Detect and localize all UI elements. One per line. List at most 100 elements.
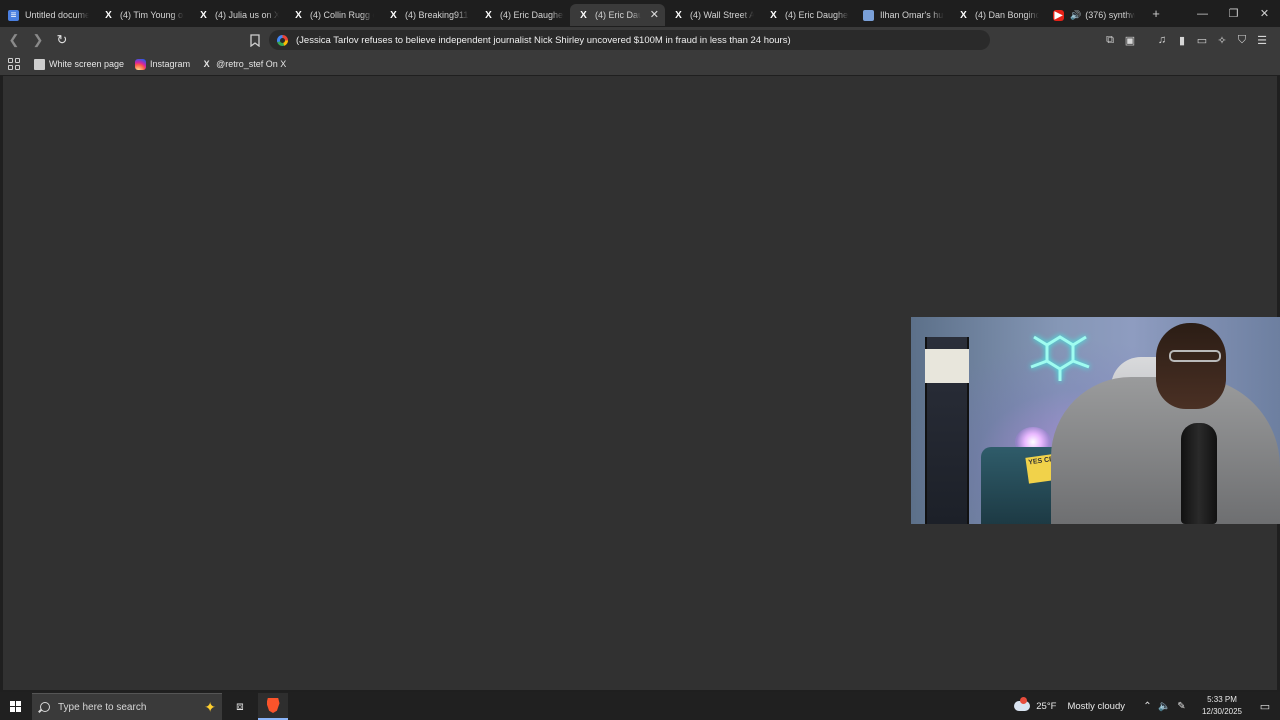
taskbar: Type here to search ✦ ⧈ 25°F Mostly clou… <box>0 692 1280 720</box>
clock-time: 5:33 PM <box>1207 695 1237 704</box>
tab-5[interactable]: X (4) Eric Daugherty <box>475 4 570 26</box>
brave-browser-taskbar-button[interactable] <box>258 693 288 720</box>
tab-8[interactable]: X (4) Eric Daugherty <box>760 4 855 26</box>
bookmark-white-screen[interactable]: White screen page <box>34 58 125 70</box>
tab-2[interactable]: X (4) Julia us on X <box>190 4 285 26</box>
tab-6-active[interactable]: X (4) Eric Daugherty ✕ <box>570 4 665 26</box>
brave-icon <box>266 698 280 713</box>
tab-title: (4) Julia us on X <box>215 10 279 20</box>
glasses <box>1169 350 1221 362</box>
docs-icon: ≡ <box>8 9 19 21</box>
windows-icon <box>9 700 21 712</box>
minimize-icon[interactable]: — <box>1187 0 1218 27</box>
volume-icon[interactable]: 🔈 <box>1156 701 1173 712</box>
tab-title: (4) Eric Daugherty <box>785 10 849 20</box>
bookmark-label: @retro_stef On X <box>216 59 287 69</box>
bookmark-retro-stef[interactable]: X @retro_stef On X <box>201 59 287 70</box>
search-icon <box>40 702 50 712</box>
menu-icon[interactable]: ☰ <box>1252 31 1272 49</box>
instagram-icon <box>135 58 147 70</box>
address-text: (Jessica Tarlov refuses to believe indep… <box>296 34 791 46</box>
bookmarks-bar: White screen page Instagram X @retro_stef… <box>0 53 1280 75</box>
start-button[interactable] <box>0 692 30 720</box>
tab-title: Ilhan Omar's husband <box>880 10 944 20</box>
bookmark-label: White screen page <box>49 59 125 69</box>
taskbar-search[interactable]: Type here to search ✦ <box>32 693 222 720</box>
extensions-icon[interactable]: ⧉ <box>1100 31 1120 49</box>
x-icon: X <box>675 9 682 21</box>
microphone <box>1181 423 1217 524</box>
back-icon[interactable]: ❮ <box>4 30 24 50</box>
forward-icon[interactable]: ❯ <box>28 30 48 50</box>
tab-9[interactable]: Ilhan Omar's husband <box>855 4 950 26</box>
weather-temp: 25°F <box>1036 700 1057 712</box>
screenshot-icon[interactable]: ▣ <box>1120 31 1140 49</box>
reload-icon[interactable]: ↻ <box>52 30 72 50</box>
tab-0[interactable]: ≡ Untitled document <box>0 4 95 26</box>
tab-title: (4) Eric Daugherty <box>595 10 641 20</box>
x-icon: X <box>295 9 302 21</box>
tab-10[interactable]: X (4) Dan Bongino <box>950 4 1045 26</box>
tab-4[interactable]: X (4) Breaking911 on X <box>380 4 475 26</box>
bookmark-icon[interactable] <box>247 31 263 49</box>
tab-title: (4) Collin Rugg on X <box>310 10 374 20</box>
tab-title: (4) Wall Street Apes <box>690 10 754 20</box>
tab-title: Untitled document <box>25 10 89 20</box>
apps-grid-icon[interactable] <box>8 58 20 70</box>
tab-title: (376) synthwave <box>1085 10 1136 20</box>
music-icon[interactable]: ♫ <box>1152 31 1172 49</box>
google-icon <box>277 34 288 46</box>
tab-title: (4) Eric Daugherty <box>500 10 564 20</box>
hexagon-lights <box>1030 335 1090 381</box>
clock[interactable]: 5:33 PM 12/30/2025 <box>1198 694 1246 718</box>
toolbar-icons: ⧉ ▣ ♫ ▮ ▭ ✧ ⛉ ☰ <box>1100 31 1272 49</box>
close-window-icon[interactable]: ✕ <box>1249 0 1280 27</box>
youtube-icon: ▶ <box>1053 9 1064 21</box>
x-icon: X <box>200 9 207 21</box>
cloud-icon <box>1014 697 1031 711</box>
sparkle-icon: ✦ <box>204 699 216 715</box>
address-bar[interactable]: (Jessica Tarlov refuses to believe indep… <box>269 30 990 50</box>
speaker-icon[interactable]: 🔊 <box>1070 10 1081 21</box>
web-icon <box>863 9 874 21</box>
poster <box>925 349 969 383</box>
window-controls: — ❐ ✕ <box>1187 0 1280 27</box>
x-icon: X <box>105 9 112 21</box>
x-icon: X <box>770 9 777 21</box>
clock-date: 12/30/2025 <box>1201 707 1243 716</box>
pen-icon[interactable]: ✎ <box>1173 701 1190 712</box>
tab-title: (4) Breaking911 on X <box>405 10 469 20</box>
streamer-head <box>1156 323 1226 409</box>
tab-title: (4) Dan Bongino <box>975 10 1039 20</box>
tab-11[interactable]: ▶ 🔊 (376) synthwave <box>1045 4 1140 26</box>
x-icon: X <box>390 9 397 21</box>
page-icon <box>34 58 45 70</box>
search-placeholder: Type here to search <box>58 701 147 713</box>
shield-icon[interactable]: ⛉ <box>1232 31 1252 49</box>
x-icon: X <box>203 59 210 69</box>
x-icon: X <box>960 9 967 21</box>
wallet-icon[interactable]: ▭ <box>1192 31 1212 49</box>
new-tab-button[interactable]: + <box>1146 6 1166 21</box>
bookmark-label: Instagram <box>150 59 191 69</box>
bookmark-instagram[interactable]: Instagram <box>135 58 191 70</box>
sidebar-icon[interactable]: ▮ <box>1172 31 1192 49</box>
weather-widget[interactable]: 25°F Mostly cloudy <box>1014 697 1125 712</box>
x-icon: X <box>580 9 587 21</box>
close-tab-icon[interactable]: ✕ <box>650 8 659 21</box>
weather-condition: Mostly cloudy <box>1067 700 1125 712</box>
task-view-icon[interactable]: ⧈ <box>230 696 250 716</box>
chevron-up-icon[interactable]: ⌃ <box>1139 701 1156 712</box>
tab-1[interactable]: X (4) Tim Young on X <box>95 4 190 26</box>
browser-toolbar: ❮ ❯ ↻ (Jessica Tarlov refuses to believe… <box>0 27 1280 53</box>
restore-icon[interactable]: ❐ <box>1218 0 1249 27</box>
tab-3[interactable]: X (4) Collin Rugg on X <box>285 4 380 26</box>
tab-title: (4) Tim Young on X <box>120 10 184 20</box>
tab-7[interactable]: X (4) Wall Street Apes <box>665 4 760 26</box>
ai-sparkle-icon[interactable]: ✧ <box>1212 31 1232 49</box>
tab-strip: ≡ Untitled document X (4) Tim Young on X X… <box>0 0 1280 27</box>
x-icon: X <box>485 9 492 21</box>
system-tray: 25°F Mostly cloudy ⌃ 🔈 ✎ 5:33 PM 12/30/2… <box>1014 692 1280 720</box>
webcam-overlay: YES CERS <box>911 317 1280 524</box>
notification-icon[interactable]: ▭ <box>1254 700 1276 713</box>
